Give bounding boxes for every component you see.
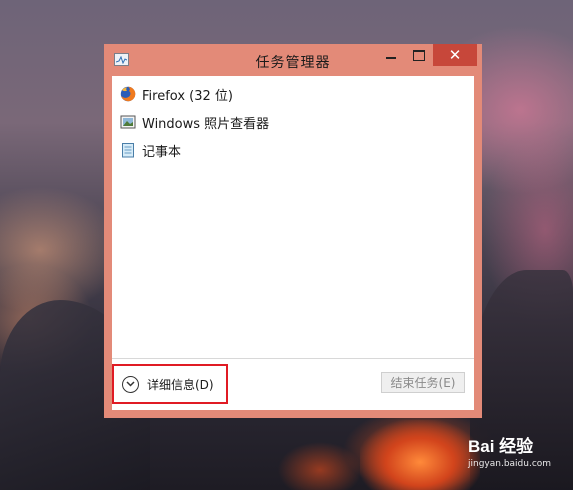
- notepad-icon: [120, 142, 136, 158]
- baidu-jingyan-watermark: Bai 经验 jingyan.baidu.com: [468, 432, 568, 469]
- watermark-logo: Bai 经验: [468, 437, 534, 456]
- firefox-icon: [120, 86, 136, 102]
- task-label-notepad: 记事本: [142, 144, 182, 160]
- more-details-button[interactable]: 详细信息(D): [112, 364, 228, 404]
- close-button[interactable]: ✕: [433, 44, 477, 66]
- task-item-photo-viewer[interactable]: Windows 照片查看器: [112, 109, 474, 135]
- chevron-down-icon: [122, 375, 139, 393]
- title-bar[interactable]: 任务管理器 ✕: [104, 44, 482, 76]
- task-label-photo-viewer: Windows 照片查看器: [142, 116, 270, 132]
- background-lava-glow: [360, 420, 480, 490]
- task-item-firefox[interactable]: Firefox (32 位): [112, 81, 474, 107]
- minimize-icon: [386, 57, 396, 59]
- footer-bar: 详细信息(D) 结束任务(E): [112, 358, 474, 410]
- end-task-button[interactable]: 结束任务(E): [381, 372, 465, 393]
- maximize-icon: [413, 49, 425, 61]
- task-label-firefox: Firefox (32 位): [142, 88, 233, 104]
- photo-viewer-icon: [120, 114, 136, 130]
- watermark-url: jingyan.baidu.com: [468, 459, 552, 469]
- minimize-button[interactable]: [377, 44, 405, 66]
- task-manager-window: 任务管理器 ✕ Firefox (32 位) Windows 照片查看器 记事本…: [104, 44, 482, 418]
- task-item-notepad[interactable]: 记事本: [112, 137, 474, 163]
- more-details-label: 详细信息(D): [147, 377, 214, 392]
- close-icon: ✕: [448, 46, 462, 64]
- task-list: Firefox (32 位) Windows 照片查看器 记事本: [112, 76, 474, 358]
- maximize-button[interactable]: [405, 44, 433, 66]
